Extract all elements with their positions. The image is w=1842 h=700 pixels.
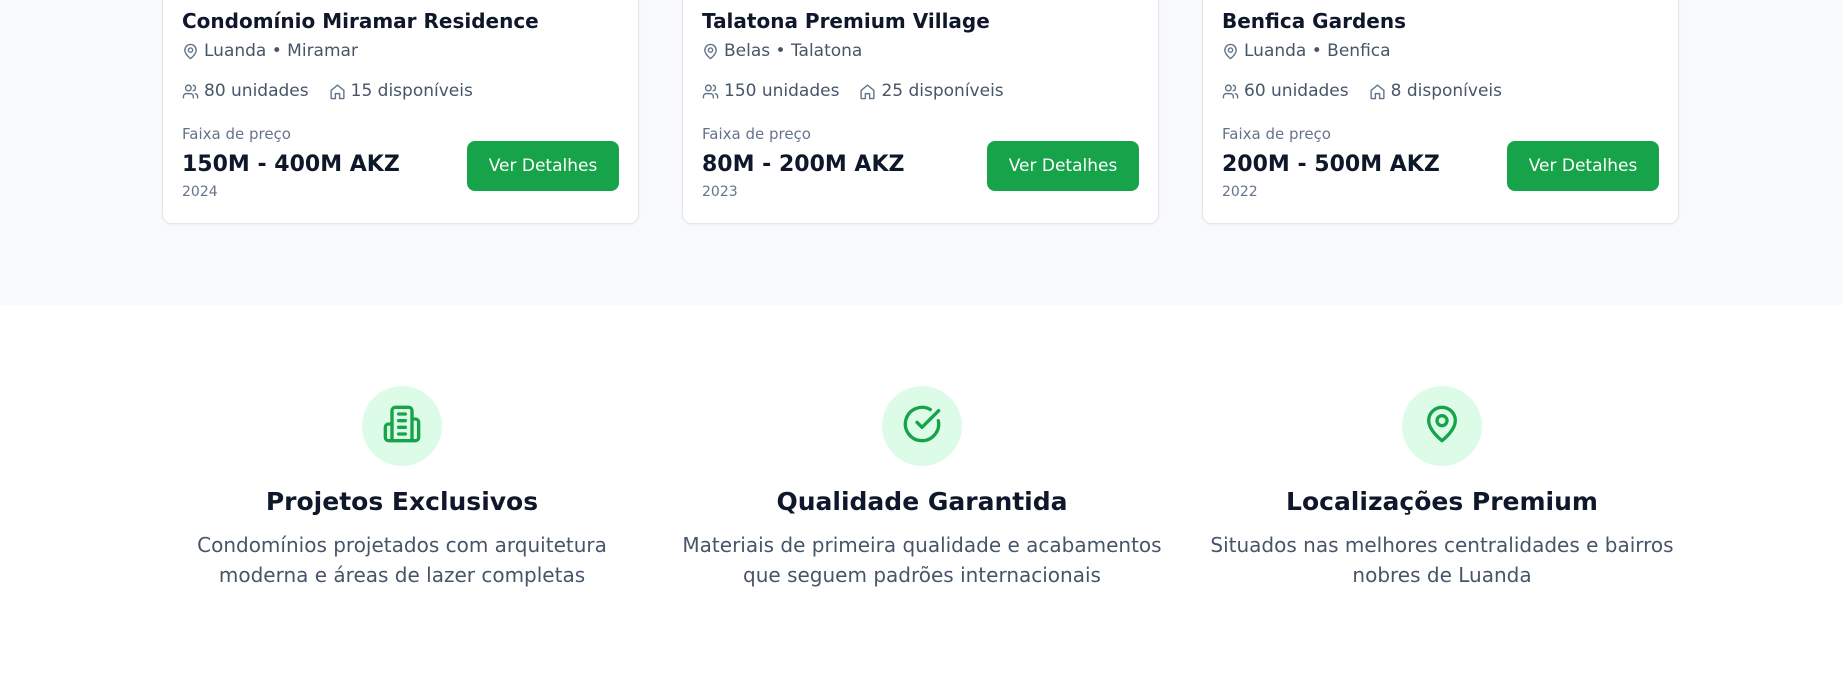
- project-card: Benfica Gardens Luanda • Benfica 60 unid…: [1202, 0, 1679, 224]
- feature-icon-circle: [882, 386, 962, 466]
- users-icon: [1222, 83, 1239, 100]
- project-year: 2022: [1222, 184, 1258, 200]
- price-label: Faixa de preço: [1222, 125, 1331, 143]
- units-stat: 60 unidades: [1222, 81, 1349, 101]
- units-text: 80 unidades: [204, 81, 309, 101]
- project-title: Talatona Premium Village: [702, 9, 990, 33]
- project-stats: 60 unidades 8 disponíveis: [1222, 81, 1502, 101]
- home-icon: [1369, 83, 1386, 100]
- location-text: Belas • Talatona: [724, 41, 863, 61]
- home-icon: [329, 83, 346, 100]
- project-stats: 150 unidades 25 disponíveis: [702, 81, 1004, 101]
- feature-description: Materiais de primeira qualidade e acabam…: [682, 533, 1162, 587]
- project-title: Benfica Gardens: [1222, 9, 1406, 33]
- feature-quality: Qualidade Garantida Materiais de primeir…: [682, 386, 1162, 590]
- available-stat: 25 disponíveis: [859, 81, 1004, 101]
- available-stat: 8 disponíveis: [1369, 81, 1502, 101]
- project-year: 2023: [702, 184, 738, 200]
- location-text: Luanda • Miramar: [204, 41, 358, 61]
- home-icon: [859, 83, 876, 100]
- project-location: Luanda • Miramar: [182, 41, 358, 61]
- check-circle-icon: [902, 404, 942, 448]
- feature-title: Qualidade Garantida: [776, 487, 1068, 516]
- users-icon: [702, 83, 719, 100]
- map-pin-icon: [182, 43, 199, 60]
- users-icon: [182, 83, 199, 100]
- project-location: Luanda • Benfica: [1222, 41, 1391, 61]
- price-label: Faixa de preço: [182, 125, 291, 143]
- view-details-button[interactable]: Ver Detalhes: [987, 141, 1139, 191]
- project-stats: 80 unidades 15 disponíveis: [182, 81, 473, 101]
- building-icon: [382, 404, 422, 448]
- project-title: Condomínio Miramar Residence: [182, 9, 539, 33]
- units-stat: 150 unidades: [702, 81, 839, 101]
- project-card: Condomínio Miramar Residence Luanda • Mi…: [162, 0, 639, 224]
- feature-icon-circle: [1402, 386, 1482, 466]
- view-details-button[interactable]: Ver Detalhes: [467, 141, 619, 191]
- feature-title: Projetos Exclusivos: [265, 487, 539, 516]
- location-text: Luanda • Benfica: [1244, 41, 1391, 61]
- feature-title: Localizações Premium: [1286, 487, 1598, 516]
- price-value: 80M - 200M AKZ: [702, 152, 905, 177]
- units-stat: 80 unidades: [182, 81, 309, 101]
- view-details-button[interactable]: Ver Detalhes: [1507, 141, 1659, 191]
- available-text: 15 disponíveis: [350, 81, 473, 101]
- available-text: 8 disponíveis: [1390, 81, 1503, 101]
- projects-section: Condomínio Miramar Residence Luanda • Mi…: [0, 0, 1842, 305]
- feature-premium-locations: Localizações Premium Situados nas melhor…: [1202, 386, 1682, 590]
- feature-description: Situados nas melhores centralidades e ba…: [1210, 533, 1674, 587]
- price-label: Faixa de preço: [702, 125, 811, 143]
- map-pin-icon: [1222, 43, 1239, 60]
- project-location: Belas • Talatona: [702, 41, 862, 61]
- project-year: 2024: [182, 184, 218, 200]
- price-value: 150M - 400M AKZ: [182, 152, 400, 177]
- feature-icon-circle: [362, 386, 442, 466]
- units-text: 150 unidades: [724, 81, 840, 101]
- map-pin-icon: [702, 43, 719, 60]
- project-card: Talatona Premium Village Belas • Talaton…: [682, 0, 1159, 224]
- price-value: 200M - 500M AKZ: [1222, 152, 1440, 177]
- feature-description: Condomínios projetados com arquitetura m…: [197, 533, 607, 587]
- available-text: 25 disponíveis: [881, 81, 1004, 101]
- feature-exclusive-projects: Projetos Exclusivos Condomínios projetad…: [162, 386, 642, 590]
- units-text: 60 unidades: [1244, 81, 1349, 101]
- map-pin-icon: [1422, 404, 1462, 448]
- available-stat: 15 disponíveis: [329, 81, 473, 101]
